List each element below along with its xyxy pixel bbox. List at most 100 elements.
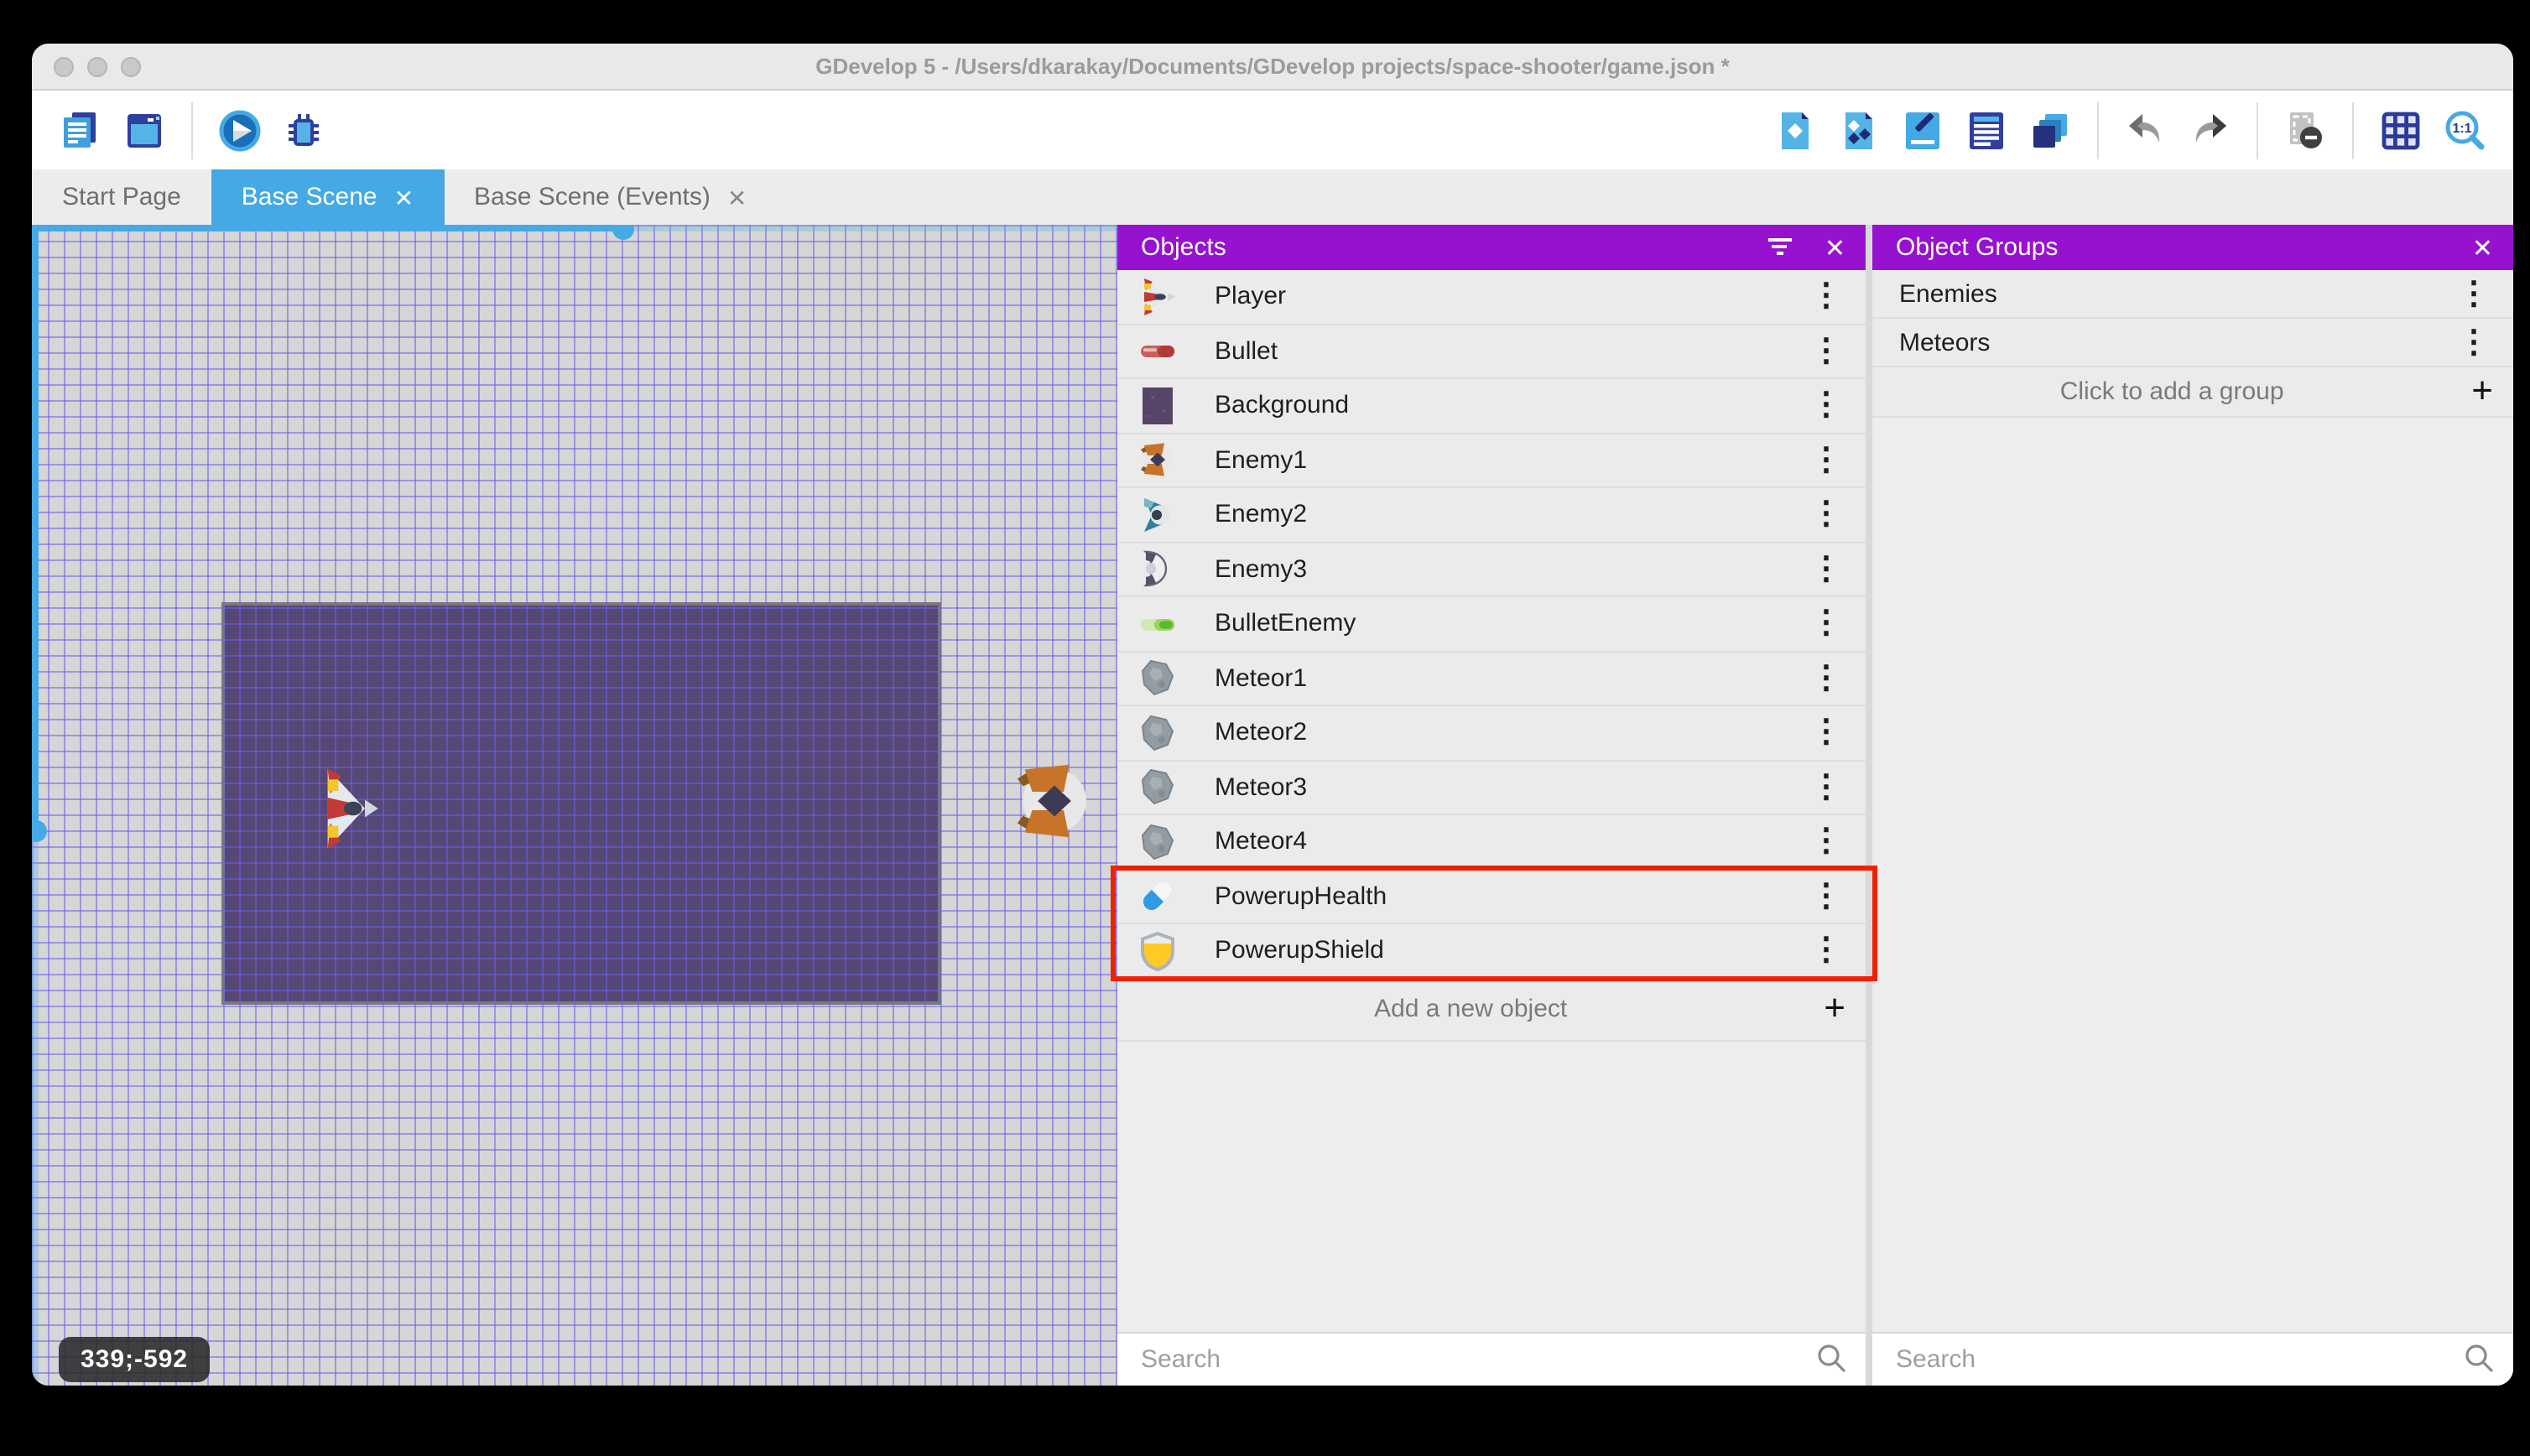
- group-row[interactable]: Enemies ⋮: [1872, 270, 2513, 319]
- objects-search-bar: [1117, 1332, 1866, 1386]
- object-menu-icon[interactable]: ⋮: [1807, 717, 1845, 749]
- object-row[interactable]: Enemy2 ⋮: [1117, 488, 1866, 543]
- object-row[interactable]: Enemy3 ⋮: [1117, 543, 1866, 597]
- objects-editor-icon[interactable]: [1770, 105, 1820, 155]
- object-menu-icon[interactable]: ⋮: [1807, 772, 1845, 803]
- vertical-scrollbar-thumb[interactable]: [32, 225, 39, 832]
- shield-icon: [1137, 931, 1178, 971]
- object-label: Meteor3: [1215, 772, 1308, 802]
- tab-label: Start Page: [62, 183, 181, 211]
- objects-list: Player ⋮ Bullet ⋮ Background ⋮ Enemy1 ⋮ …: [1117, 270, 1866, 979]
- toolbar-divider: [2097, 101, 2099, 159]
- plus-icon[interactable]: +: [2471, 371, 2513, 412]
- groups-search-input[interactable]: [1872, 1345, 2513, 1374]
- object-row[interactable]: BulletEnemy ⋮: [1117, 597, 1866, 652]
- group-menu-icon[interactable]: ⋮: [2455, 278, 2493, 309]
- search-icon: [1818, 1344, 1845, 1372]
- tab-label: Base Scene: [241, 183, 377, 211]
- group-row[interactable]: Meteors ⋮: [1872, 319, 2513, 367]
- groups-list: Enemies ⋮ Meteors ⋮: [1872, 270, 2513, 367]
- add-group-label: Click to add a group: [2059, 377, 2284, 406]
- properties-icon[interactable]: [1898, 105, 1948, 155]
- object-menu-icon[interactable]: ⋮: [1807, 608, 1845, 640]
- plus-icon[interactable]: +: [1824, 988, 1866, 1029]
- tab-start-page[interactable]: Start Page: [32, 169, 211, 225]
- object-row[interactable]: Player ⋮: [1117, 270, 1866, 325]
- vertical-scrollbar-handle[interactable]: [32, 820, 47, 842]
- object-row[interactable]: Enemy1 ⋮: [1117, 434, 1866, 488]
- undo-icon[interactable]: [2121, 105, 2171, 155]
- toolbar-divider: [191, 101, 193, 159]
- objects-panel: Objects ✕ Player ⋮ Bullet ⋮ Background ⋮…: [1111, 225, 1877, 1386]
- object-menu-icon[interactable]: ⋮: [1807, 935, 1845, 967]
- add-object-row[interactable]: Add a new object +: [1117, 979, 1866, 1041]
- object-menu-icon[interactable]: ⋮: [1807, 335, 1845, 367]
- enemy3-icon: [1137, 549, 1178, 590]
- close-panel-icon[interactable]: ✕: [2472, 232, 2493, 263]
- main-toolbar: 1:1: [32, 91, 2513, 169]
- object-label: Enemy2: [1215, 500, 1308, 529]
- scene-editor-canvas[interactable]: 339;-592: [32, 225, 1117, 1386]
- tab-base-scene[interactable]: Base Scene ✕: [211, 169, 445, 225]
- close-panel-icon[interactable]: ✕: [1825, 232, 1845, 263]
- object-menu-icon[interactable]: ⋮: [1807, 826, 1845, 858]
- object-menu-icon[interactable]: ⋮: [1807, 499, 1845, 531]
- zoom-ratio-icon[interactable]: 1:1: [2439, 105, 2490, 155]
- object-groups-editor-icon[interactable]: [1834, 105, 1884, 155]
- mask-preview-icon[interactable]: [2280, 105, 2330, 155]
- search-icon: [2465, 1344, 2493, 1372]
- grid-icon[interactable]: [2376, 105, 2426, 155]
- close-tab-icon[interactable]: ✕: [394, 185, 414, 209]
- object-menu-icon[interactable]: ⋮: [1807, 881, 1845, 913]
- close-tab-icon[interactable]: ✕: [727, 185, 747, 209]
- player-ship-sprite[interactable]: [317, 765, 381, 852]
- preview-window-icon[interactable]: [119, 105, 169, 155]
- filter-icon[interactable]: [1767, 237, 1792, 257]
- group-menu-icon[interactable]: ⋮: [2455, 326, 2493, 358]
- objects-search-input[interactable]: [1117, 1345, 1866, 1374]
- player-icon: [1137, 277, 1178, 317]
- vertical-scrollbar-track[interactable]: [32, 225, 47, 1386]
- main-content: 339;-592 Objects ✕ Player ⋮ Bullet ⋮ Bac…: [32, 225, 2513, 1386]
- gdevelop-window: GDevelop 5 - /Users/dkarakay/Documents/G…: [32, 44, 2513, 1386]
- group-label: Enemies: [1899, 279, 1997, 308]
- instances-list-icon[interactable]: [1961, 105, 2012, 155]
- object-row[interactable]: Meteor1 ⋮: [1117, 652, 1866, 706]
- horizontal-scrollbar-thumb[interactable]: [32, 225, 624, 231]
- object-label: Enemy1: [1215, 445, 1308, 475]
- debug-icon[interactable]: [279, 105, 329, 155]
- desktop: GDevelop 5 - /Users/dkarakay/Documents/G…: [0, 0, 2530, 1456]
- object-row[interactable]: Meteor3 ⋮: [1117, 761, 1866, 815]
- object-label: Player: [1215, 282, 1287, 311]
- meteor-icon: [1137, 713, 1178, 753]
- object-row[interactable]: Meteor2 ⋮: [1117, 706, 1866, 761]
- play-icon[interactable]: [215, 105, 265, 155]
- object-menu-icon[interactable]: ⋮: [1807, 281, 1845, 313]
- object-menu-icon[interactable]: ⋮: [1807, 554, 1845, 585]
- object-row[interactable]: Bullet ⋮: [1117, 325, 1866, 379]
- project-manager-icon[interactable]: [55, 105, 106, 155]
- redo-icon[interactable]: [2184, 105, 2235, 155]
- object-label: Enemy3: [1215, 554, 1308, 584]
- panel-divider[interactable]: [1866, 225, 1872, 1386]
- horizontal-scrollbar-track[interactable]: [32, 225, 1117, 240]
- bullet-icon: [1137, 331, 1178, 372]
- horizontal-scrollbar-handle[interactable]: [612, 225, 634, 240]
- object-row[interactable]: Background ⋮: [1117, 379, 1866, 434]
- background-icon: [1137, 386, 1178, 426]
- object-row[interactable]: PowerupShield ⋮: [1117, 924, 1866, 979]
- tab-base-scene-events[interactable]: Base Scene (Events) ✕: [444, 169, 777, 225]
- enemy-ship-sprite[interactable]: [1010, 757, 1099, 845]
- object-menu-icon[interactable]: ⋮: [1807, 663, 1845, 694]
- object-row[interactable]: PowerupHealth ⋮: [1117, 870, 1866, 924]
- layers-icon[interactable]: [2025, 105, 2075, 155]
- meteor-icon: [1137, 767, 1178, 808]
- object-row[interactable]: Meteor4 ⋮: [1117, 815, 1866, 870]
- add-group-row[interactable]: Click to add a group +: [1872, 367, 2513, 418]
- toolbar-left-group: [55, 101, 329, 159]
- meteor-icon: [1137, 658, 1178, 699]
- object-menu-icon[interactable]: ⋮: [1807, 445, 1845, 476]
- object-menu-icon[interactable]: ⋮: [1807, 390, 1845, 422]
- meteor-icon: [1137, 822, 1178, 862]
- object-groups-panel-title: Object Groups: [1896, 233, 2059, 262]
